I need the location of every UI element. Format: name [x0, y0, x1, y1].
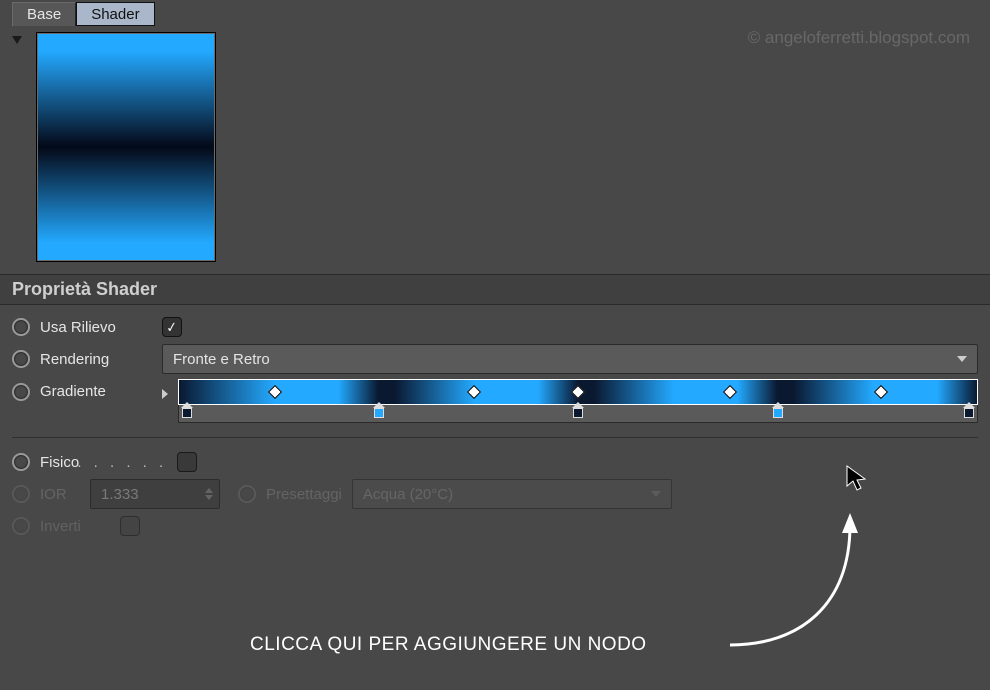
gradient-knot[interactable] — [268, 385, 282, 399]
dropdown-rendering[interactable]: Fronte e Retro — [162, 344, 978, 374]
gradient-knot[interactable] — [467, 385, 481, 399]
anim-ring-icon[interactable] — [12, 350, 30, 368]
divider — [12, 437, 978, 438]
label-ior: IOR — [40, 486, 80, 503]
row-inverti: Inverti — [12, 510, 978, 542]
gradient-knot[interactable] — [874, 385, 888, 399]
shader-panel: Base Shader © angeloferretti.blogspot.co… — [0, 0, 990, 690]
row-fisico: Fisico . . . . . . — [12, 446, 978, 478]
collapse-icon[interactable] — [10, 34, 26, 50]
tab-base-label: Base — [27, 6, 61, 23]
preview-row — [0, 26, 990, 262]
expand-right-icon[interactable] — [162, 389, 168, 399]
section-heading-label: Proprietà Shader — [12, 279, 157, 299]
label-usa-rilievo: Usa Rilievo — [40, 319, 152, 336]
row-usa-rilievo: Usa Rilievo — [12, 311, 978, 343]
anim-ring-icon — [238, 485, 256, 503]
label-fisico-text: Fisico — [40, 454, 79, 471]
gradient-knot[interactable] — [723, 385, 737, 399]
checkbox-fisico[interactable] — [177, 452, 197, 472]
gradient-stop[interactable] — [373, 402, 385, 420]
tab-shader-label: Shader — [91, 6, 139, 23]
anim-ring-icon[interactable] — [12, 383, 30, 401]
spinner-icon[interactable] — [205, 488, 213, 500]
gradient-stop[interactable] — [572, 402, 584, 420]
checkbox-usa-rilievo[interactable] — [162, 317, 182, 337]
anim-ring-icon — [12, 517, 30, 535]
label-presettaggi: Presettaggi — [266, 486, 342, 503]
chevron-down-icon — [957, 356, 967, 362]
gradient-stop[interactable] — [181, 402, 193, 420]
gradient-editor[interactable] — [178, 379, 978, 423]
anim-ring-icon[interactable] — [12, 453, 30, 471]
dropdown-presettaggi: Acqua (20°C) — [352, 479, 672, 509]
tab-bar: Base Shader — [0, 0, 990, 26]
chevron-down-icon — [651, 491, 661, 497]
label-fisico: Fisico . . . . . . — [40, 454, 167, 471]
checkbox-inverti — [120, 516, 140, 536]
shader-preview[interactable] — [36, 32, 216, 262]
row-rendering: Rendering Fronte e Retro — [12, 343, 978, 375]
tab-shader[interactable]: Shader — [76, 2, 154, 26]
row-gradiente: Gradiente — [12, 379, 978, 423]
dropdown-presettaggi-value: Acqua (20°C) — [363, 486, 453, 503]
label-gradiente: Gradiente — [40, 383, 152, 400]
label-inverti: Inverti — [40, 518, 110, 535]
row-ior: IOR 1.333 Presettaggi Acqua (20°C) — [12, 478, 978, 510]
annotation-text: CLICCA QUI PER AGGIUNGERE UN NODO — [250, 634, 647, 656]
dropdown-rendering-value: Fronte e Retro — [173, 351, 270, 368]
section-heading: Proprietà Shader — [0, 274, 990, 305]
dots-icon: . . . . . . — [77, 454, 167, 471]
input-ior-value: 1.333 — [101, 486, 139, 503]
gradient-stop[interactable] — [963, 402, 975, 420]
watermark-text: © angeloferretti.blogspot.com — [748, 28, 970, 48]
gradient-track[interactable] — [178, 405, 978, 423]
gradient-knot[interactable] — [571, 385, 585, 399]
properties-list: Usa Rilievo Rendering Fronte e Retro Gra… — [0, 305, 990, 542]
anim-ring-icon[interactable] — [12, 318, 30, 336]
input-ior[interactable]: 1.333 — [90, 479, 220, 509]
tab-base[interactable]: Base — [12, 2, 76, 26]
gradient-stop[interactable] — [772, 402, 784, 420]
label-rendering: Rendering — [40, 351, 152, 368]
anim-ring-icon — [12, 485, 30, 503]
